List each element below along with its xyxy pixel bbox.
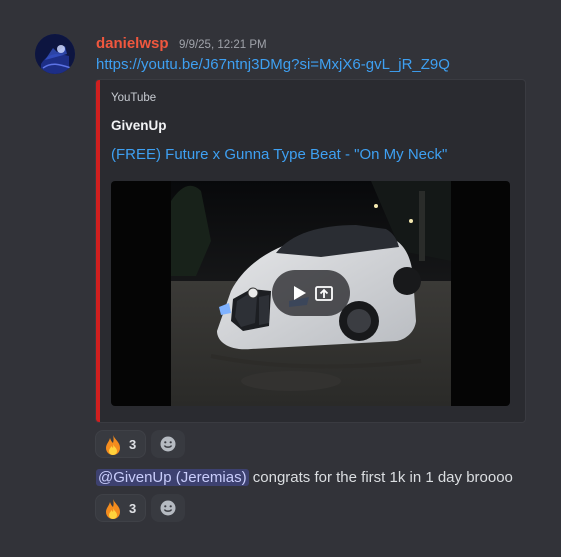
message-text: @GivenUp (Jeremias) congrats for the fir… [96, 469, 513, 486]
avatar[interactable] [35, 34, 75, 74]
reaction-count: 3 [129, 437, 137, 452]
user-mention[interactable]: @GivenUp (Jeremias) [96, 469, 249, 486]
fire-reaction[interactable]: 3 [95, 494, 146, 522]
reaction-count: 3 [129, 501, 137, 516]
smiley-icon [160, 500, 176, 516]
fire-emoji-icon [106, 499, 120, 519]
username[interactable]: danielwsp [96, 35, 169, 52]
add-reaction-button[interactable] [151, 430, 185, 458]
fire-emoji-icon [106, 435, 120, 455]
open-external-icon[interactable] [314, 283, 334, 303]
add-reaction-button[interactable] [151, 494, 185, 522]
play-icon [294, 286, 306, 300]
timestamp: 9/9/25, 12:21 PM [178, 39, 267, 51]
smiley-icon [160, 436, 176, 452]
message-link[interactable]: https://youtu.be/J67ntnj3DMg?si=MxjX6-gv… [96, 56, 450, 73]
embed-author[interactable]: GivenUp [111, 118, 167, 133]
message-body: congrats for the first 1k in 1 day brooo… [248, 469, 513, 486]
video-player[interactable] [111, 181, 510, 406]
fire-reaction[interactable]: 3 [95, 430, 146, 458]
embed-title[interactable]: (FREE) Future x Gunna Type Beat - "On My… [111, 146, 447, 163]
message-header: danielwsp 9/9/25, 12:21 PM [96, 35, 267, 55]
play-button[interactable] [272, 270, 350, 316]
link-embed: YouTube GivenUp (FREE) Future x Gunna Ty… [95, 79, 526, 423]
embed-provider: YouTube [111, 92, 157, 104]
chat-message-group: danielwsp 9/9/25, 12:21 PM https://youtu… [0, 0, 561, 557]
embed-accent-bar [96, 80, 100, 422]
